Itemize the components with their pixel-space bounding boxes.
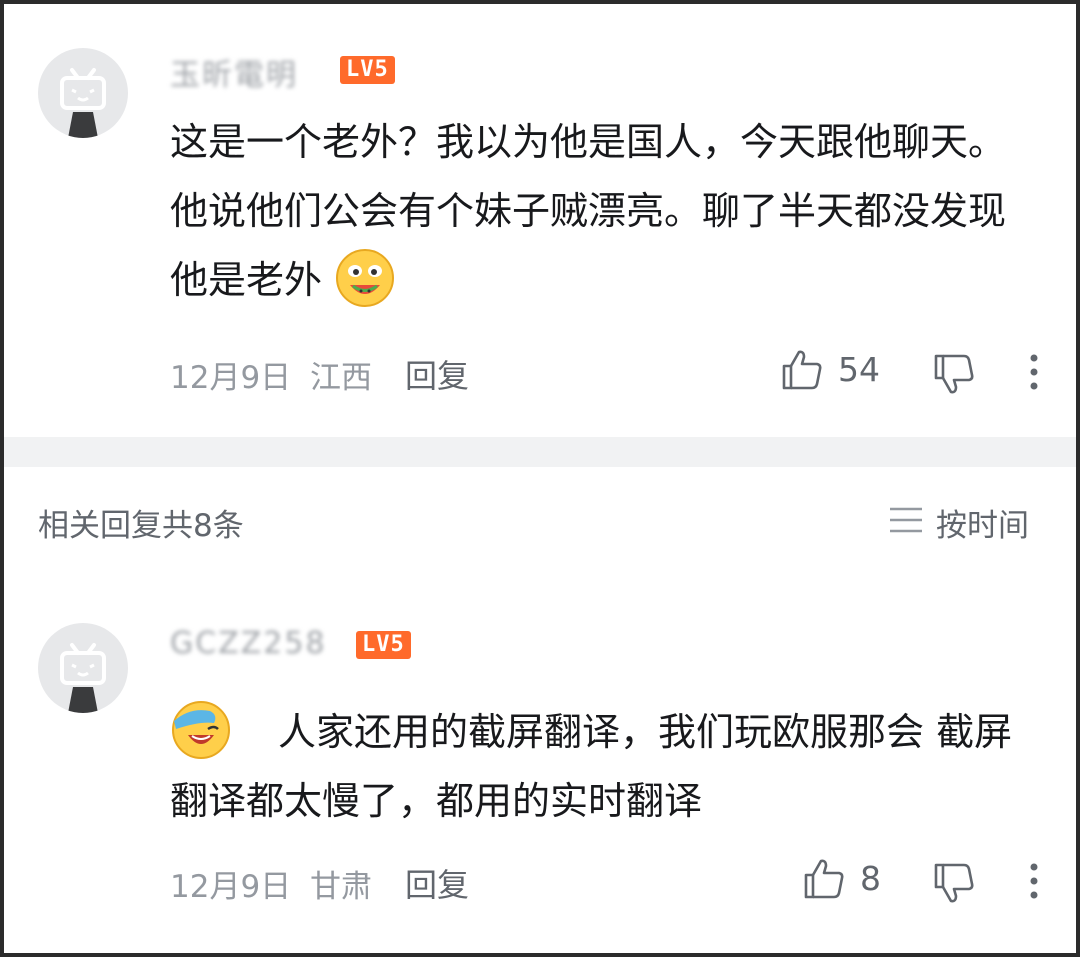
tv-avatar-icon bbox=[60, 643, 106, 713]
level-badge: LV5 bbox=[340, 56, 395, 84]
like-count: 8 bbox=[860, 859, 881, 898]
sort-lines-icon bbox=[888, 504, 924, 540]
comment-date: 12月9日 bbox=[170, 360, 292, 396]
thumbs-up-icon[interactable] bbox=[802, 857, 846, 905]
comment-location: 江西 bbox=[310, 360, 372, 396]
tv-avatar-icon bbox=[60, 68, 106, 138]
thumbs-down-icon[interactable] bbox=[932, 861, 976, 909]
reply-button[interactable]: 回复 bbox=[405, 860, 469, 906]
comment-text: 人家还用的截屏翻译，我们玩欧服那会 截屏翻译都太慢了，都用的实时翻译 bbox=[170, 710, 1013, 823]
more-options-icon[interactable] bbox=[1026, 861, 1042, 905]
thumbs-down-icon[interactable] bbox=[932, 352, 976, 400]
more-options-icon[interactable] bbox=[1026, 352, 1042, 396]
like-count: 54 bbox=[838, 350, 880, 389]
avatar[interactable] bbox=[38, 48, 128, 138]
comment-content: 人家还用的截屏翻译，我们玩欧服那会 截屏翻译都太慢了，都用的实时翻译 bbox=[170, 698, 1040, 836]
reply-button[interactable]: 回复 bbox=[405, 351, 469, 397]
username[interactable]: GCZZ258 bbox=[170, 626, 327, 661]
sort-label: 按时间 bbox=[936, 508, 1029, 544]
level-badge: LV5 bbox=[356, 631, 411, 659]
reply-count-label: 相关回复共8条 bbox=[38, 508, 244, 544]
facepalm-laugh-emoji-icon bbox=[170, 699, 232, 761]
watermelon-grin-emoji-icon bbox=[334, 247, 396, 309]
comment-date: 12月9日 bbox=[170, 869, 292, 905]
avatar[interactable] bbox=[38, 623, 128, 713]
comment-location: 甘肃 bbox=[310, 869, 372, 905]
thumbs-up-icon[interactable] bbox=[780, 348, 824, 396]
comment-text: 这是一个老外？我以为他是国人，今天跟他聊天。他说他们公会有个妹子贼漂亮。聊了半天… bbox=[170, 120, 1007, 302]
comment-content: 这是一个老外？我以为他是国人，今天跟他聊天。他说他们公会有个妹子贼漂亮。聊了半天… bbox=[170, 108, 1040, 315]
username[interactable]: 玉昕電明 bbox=[170, 50, 298, 94]
section-divider bbox=[0, 437, 1080, 467]
